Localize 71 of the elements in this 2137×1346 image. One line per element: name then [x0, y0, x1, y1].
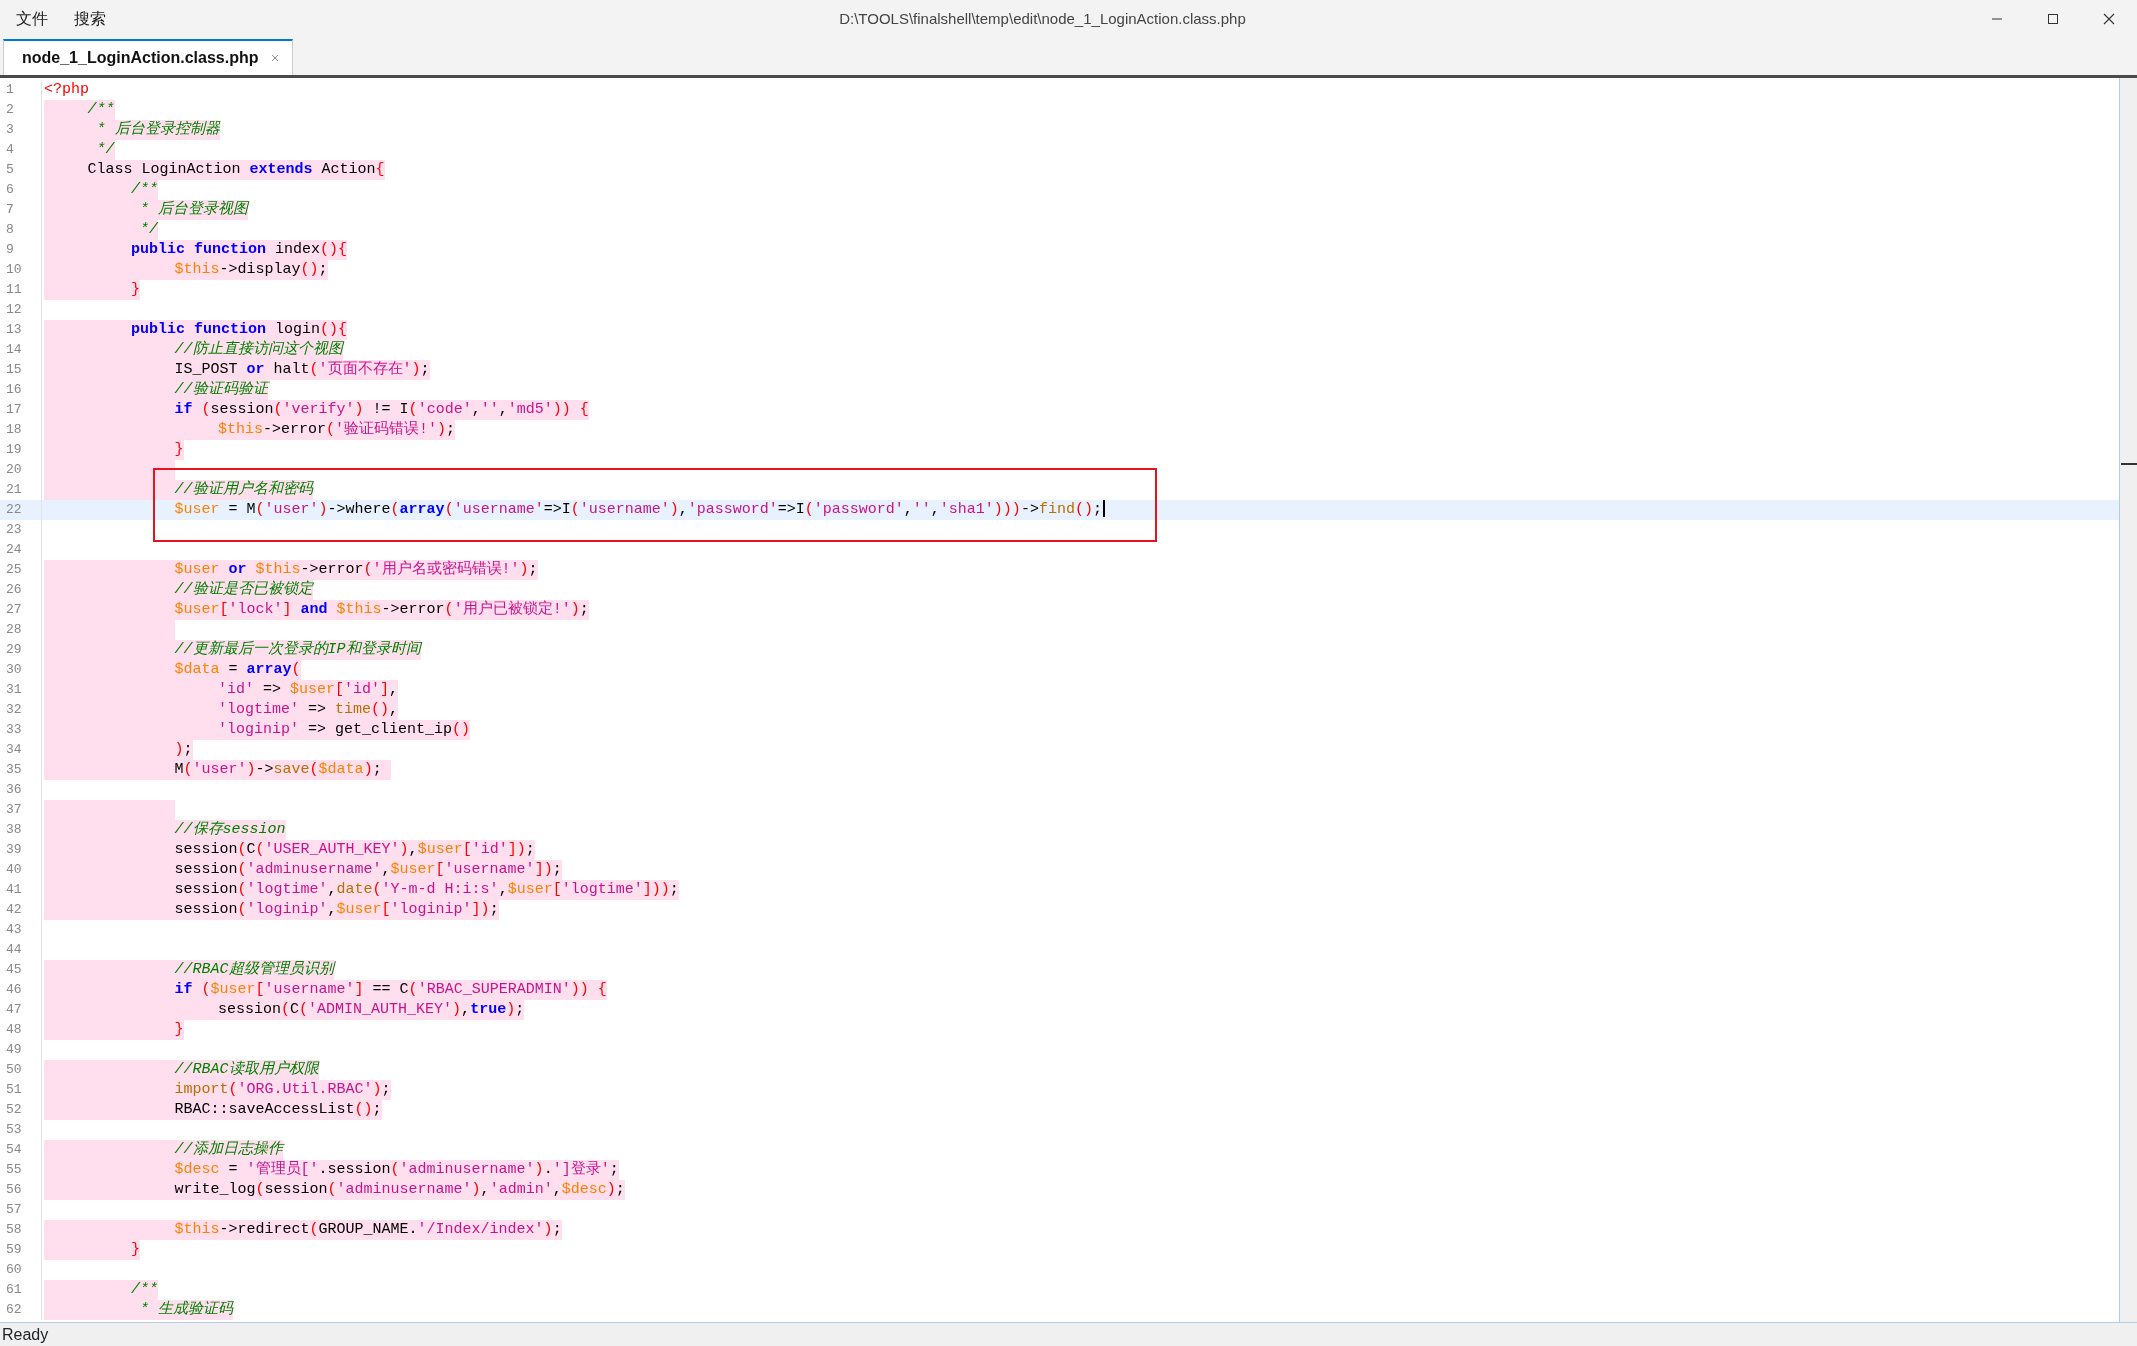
line-number: 56 [0, 1180, 42, 1200]
line-number: 9 [0, 240, 42, 260]
line-number: 40 [0, 860, 42, 880]
line-number: 61 [0, 1280, 42, 1300]
line-number: 14 [0, 340, 42, 360]
line-number: 17 [0, 400, 42, 420]
line-number: 50 [0, 1060, 42, 1080]
line-number: 37 [0, 800, 42, 820]
line-number: 58 [0, 1220, 42, 1240]
line-number: 47 [0, 1000, 42, 1020]
line-number: 38 [0, 820, 42, 840]
line-number: 18 [0, 420, 42, 440]
line-number: 42 [0, 900, 42, 920]
line-number: 46 [0, 980, 42, 1000]
line-number: 34 [0, 740, 42, 760]
line-number: 55 [0, 1160, 42, 1180]
line-number: 39 [0, 840, 42, 860]
line-number: 41 [0, 880, 42, 900]
maximize-icon[interactable] [2047, 13, 2059, 25]
line-number: 12 [0, 300, 42, 320]
line-number: 62 [0, 1300, 42, 1320]
line-number: 35 [0, 760, 42, 780]
line-number: 32 [0, 700, 42, 720]
line-number: 33 [0, 720, 42, 740]
line-number: 57 [0, 1200, 42, 1220]
line-number: 10 [0, 260, 42, 280]
line-number: 25 [0, 560, 42, 580]
line-number: 19 [0, 440, 42, 460]
line-number: 24 [0, 540, 42, 560]
code-line: $user = M('user')->where(array('username'=>I('username'),'password'=>I('password','','sha1')))->find(); [173, 500, 1102, 520]
line-number: 52 [0, 1100, 42, 1120]
window-title: D:\TOOLS\finalshell\temp\edit\node_1_LoginAction.class.php [838, 8, 1247, 29]
line-number: 45 [0, 960, 42, 980]
close-icon[interactable] [2103, 13, 2115, 25]
line-number: 15 [0, 360, 42, 380]
code-line: <?php [44, 80, 89, 100]
line-number: 29 [0, 640, 42, 660]
line-number: 3 [0, 120, 42, 140]
line-number: 4 [0, 140, 42, 160]
line-number: 36 [0, 780, 42, 800]
file-tab[interactable]: node_1_LoginAction.class.php [3, 39, 294, 75]
line-number: 6 [0, 180, 42, 200]
line-number: 2 [0, 100, 42, 120]
line-number: 7 [0, 200, 42, 220]
line-number: 22 [0, 500, 42, 520]
line-number: 48 [0, 1020, 42, 1040]
line-number: 44 [0, 940, 42, 960]
line-number: 28 [0, 620, 42, 640]
line-number: 16 [0, 380, 42, 400]
status-text: Ready [1, 1324, 49, 1345]
line-number: 60 [0, 1260, 42, 1280]
line-number: 5 [0, 160, 42, 180]
line-number: 8 [0, 220, 42, 240]
line-number: 59 [0, 1240, 42, 1260]
menu-item[interactable]: 搜索 [64, 7, 116, 31]
scrollbar[interactable] [2119, 78, 2137, 1322]
line-number: 53 [0, 1120, 42, 1140]
line-number: 20 [0, 460, 42, 480]
line-number: 30 [0, 660, 42, 680]
line-number: 31 [0, 680, 42, 700]
line-number: 51 [0, 1080, 42, 1100]
menu-item[interactable]: 文件 [6, 7, 58, 31]
line-number: 54 [0, 1140, 42, 1160]
line-number: 23 [0, 520, 42, 540]
line-number: 1 [0, 80, 42, 100]
line-number: 13 [0, 320, 42, 340]
line-number: 27 [0, 600, 42, 620]
line-number: 43 [0, 920, 42, 940]
line-number: 11 [0, 280, 42, 300]
line-number: 49 [0, 1040, 42, 1060]
line-number: 26 [0, 580, 42, 600]
